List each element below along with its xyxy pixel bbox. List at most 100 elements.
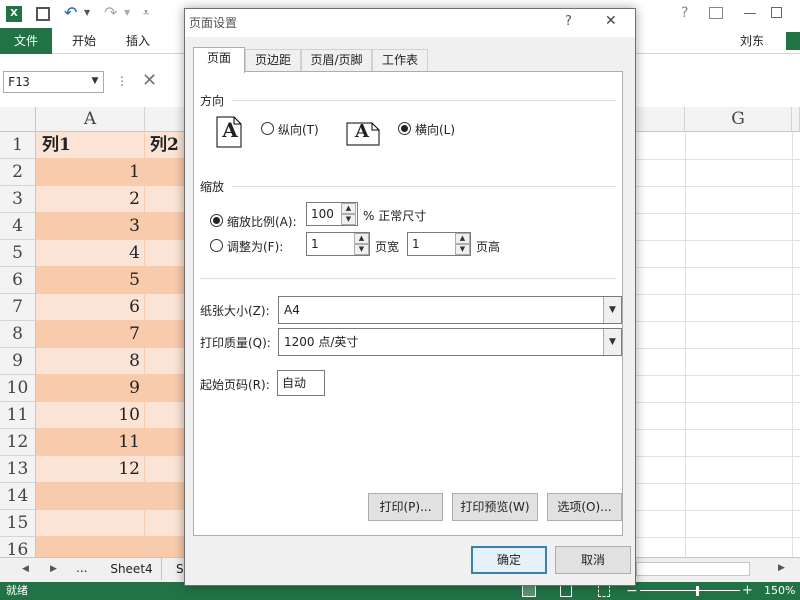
table-cell[interactable]: 1 [36,159,145,186]
table-cell[interactable] [145,375,185,402]
table-cell[interactable]: 7 [36,321,145,348]
redo-dropdown-icon[interactable]: ▼ [124,8,130,17]
table-cell[interactable] [145,402,185,429]
help-icon[interactable]: ? [681,5,688,21]
tab-sheet[interactable]: 工作表 [372,49,428,71]
zoom-in-icon[interactable]: + [742,582,753,600]
row-header[interactable]: 14 [0,483,36,510]
tab-page[interactable]: 页面 [193,47,245,73]
restore-icon[interactable] [771,7,782,18]
pages-tall-up-icon[interactable]: ▲ [455,233,470,244]
table-cell[interactable] [36,510,145,537]
customize-qat-icon[interactable]: ⩡ [143,6,149,20]
row-header[interactable]: 13 [0,456,36,483]
ribbon-display-icon[interactable] [709,7,723,19]
scale-up-icon[interactable]: ▲ [341,203,356,214]
column-header-b[interactable] [145,107,185,132]
pages-wide-up-icon[interactable]: ▲ [354,233,369,244]
table-cell[interactable] [36,483,145,510]
normal-view-icon[interactable] [522,585,536,597]
row-header[interactable]: 11 [0,402,36,429]
row-header[interactable]: 12 [0,429,36,456]
horizontal-scrollbar[interactable] [636,562,750,576]
landscape-label[interactable]: 横向(L) [415,121,455,138]
fit-to-label[interactable]: 调整为(F): [227,238,283,255]
print-preview-button[interactable]: 打印预览(W) [452,493,538,521]
zoom-slider-thumb[interactable] [696,586,699,596]
table-cell[interactable] [36,537,145,557]
save-icon[interactable] [36,7,50,21]
column-header-g[interactable]: G [685,107,792,132]
table-cell[interactable]: 5 [36,267,145,294]
table-cell[interactable]: 10 [36,402,145,429]
table-cell[interactable] [145,483,185,510]
portrait-label[interactable]: 纵向(T) [278,121,319,138]
table-cell[interactable]: 9 [36,375,145,402]
landscape-radio[interactable] [398,122,411,135]
page-break-view-icon[interactable] [598,585,610,597]
cancel-button[interactable]: 取消 [555,546,631,574]
table-cell[interactable] [145,321,185,348]
table-cell[interactable] [145,267,185,294]
table-cell[interactable] [145,510,185,537]
row-header[interactable]: 9 [0,348,36,375]
chevron-down-icon[interactable]: ▼ [88,71,102,91]
zoom-level[interactable]: 150% [764,582,795,600]
undo-icon[interactable]: ↶ [64,3,77,22]
table-cell[interactable]: 12 [36,456,145,483]
chevron-down-icon[interactable]: ▼ [603,297,621,323]
pages-tall-down-icon[interactable]: ▼ [455,244,470,255]
scroll-right-arrow-icon[interactable]: ▶ [778,563,785,573]
minimize-icon[interactable] [744,13,756,14]
adjust-to-radio[interactable] [210,214,223,227]
tab-home[interactable]: 开始 [72,28,96,54]
row-header[interactable]: 7 [0,294,36,321]
table-cell[interactable] [145,537,185,557]
row-header[interactable]: 10 [0,375,36,402]
table-cell[interactable] [145,213,185,240]
page-layout-view-icon[interactable] [560,585,572,597]
scroll-right-icon[interactable]: ▶ [50,564,57,574]
paper-size-select[interactable]: A4 [278,296,622,324]
table-cell[interactable]: 6 [36,294,145,321]
print-button[interactable]: 打印(P)... [368,493,443,521]
table-cell[interactable]: 11 [36,429,145,456]
table-cell[interactable] [145,348,185,375]
table-cell[interactable]: 2 [36,186,145,213]
tab-header-footer[interactable]: 页眉/页脚 [301,49,372,71]
row-header[interactable]: 8 [0,321,36,348]
chevron-down-icon[interactable]: ▼ [603,329,621,355]
first-page-number-input[interactable]: 自动 [277,370,325,396]
help-button[interactable]: ? [565,14,572,29]
scroll-left-icon[interactable]: ◀ [22,564,29,574]
table-header-cell[interactable]: 列1 [36,132,145,159]
user-avatar[interactable] [786,32,800,50]
user-name[interactable]: 刘东 [740,28,764,54]
table-header-cell[interactable]: 列2 [145,132,185,159]
fit-to-radio[interactable] [210,239,223,252]
table-cell[interactable] [145,186,185,213]
row-header[interactable]: 15 [0,510,36,537]
close-icon[interactable]: ✕ [605,13,617,29]
table-cell[interactable] [145,240,185,267]
table-cell[interactable] [145,456,185,483]
row-header[interactable]: 2 [0,159,36,186]
table-cell[interactable]: 8 [36,348,145,375]
column-header-f[interactable] [636,107,685,132]
scale-down-icon[interactable]: ▼ [341,214,356,225]
zoom-slider[interactable] [640,590,740,591]
tab-file[interactable]: 文件 [0,28,52,54]
column-header-h[interactable] [792,107,800,132]
row-header[interactable]: 4 [0,213,36,240]
options-button[interactable]: 选项(O)... [547,493,622,521]
more-sheets-button[interactable]: ... [76,561,87,575]
table-cell[interactable]: 4 [36,240,145,267]
row-header[interactable]: 6 [0,267,36,294]
print-quality-select[interactable]: 1200 点/英寸 [278,328,622,356]
tab-margins[interactable]: 页边距 [245,49,301,71]
row-header[interactable]: 1 [0,132,36,159]
pages-wide-down-icon[interactable]: ▼ [354,244,369,255]
table-cell[interactable]: 3 [36,213,145,240]
column-header-a[interactable]: A [36,107,145,132]
ok-button[interactable]: 确定 [471,546,547,574]
